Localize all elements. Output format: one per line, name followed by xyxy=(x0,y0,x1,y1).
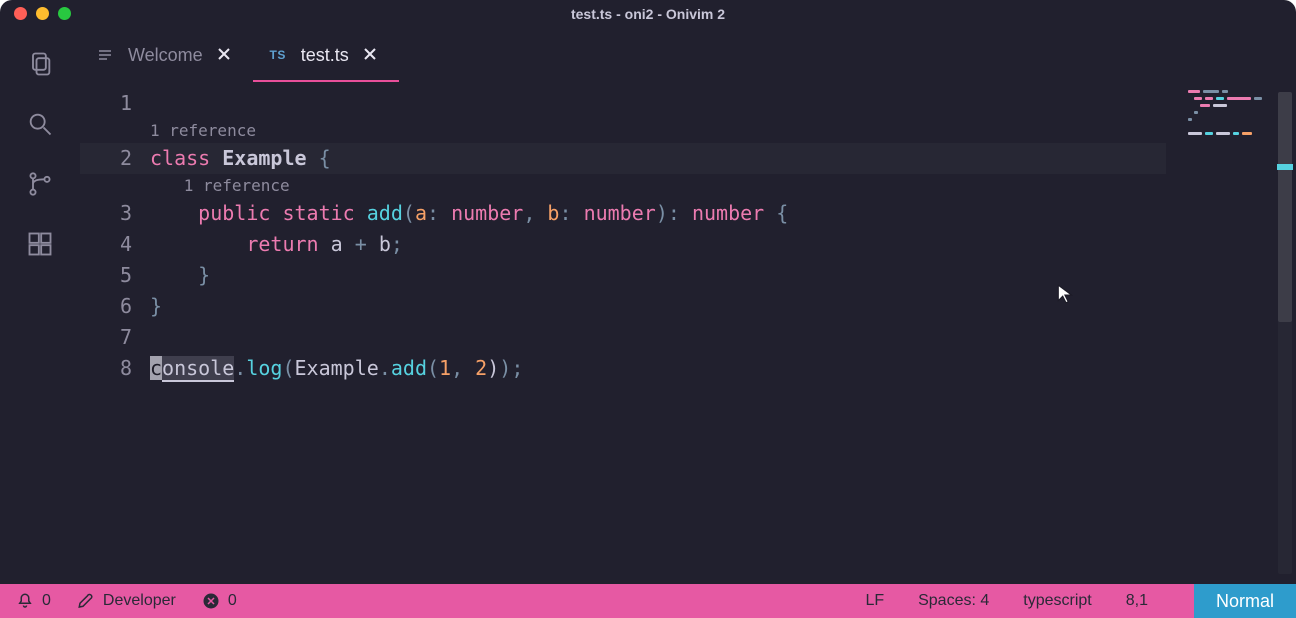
files-icon[interactable] xyxy=(26,50,54,78)
language-indicator[interactable]: typescript xyxy=(1023,592,1091,610)
eol-indicator[interactable]: LF xyxy=(865,592,884,610)
close-icon[interactable] xyxy=(217,45,231,66)
code-line: } xyxy=(150,260,210,291)
vertical-scrollbar[interactable] xyxy=(1278,92,1292,574)
vim-mode-indicator: Normal xyxy=(1194,584,1296,618)
code-editor[interactable]: 1 1 reference 2class Example { 1 referen… xyxy=(80,82,1166,584)
minimize-window-icon[interactable] xyxy=(36,7,49,20)
tab-welcome[interactable]: Welcome xyxy=(80,28,253,82)
block-caret: c xyxy=(150,356,162,380)
codelens[interactable]: 1 reference xyxy=(150,119,256,143)
editor-right-rail xyxy=(1166,82,1296,584)
code-line: console.log(Example.add(1, 2)); xyxy=(150,353,523,384)
close-window-icon[interactable] xyxy=(14,7,27,20)
code-line: class Example { xyxy=(150,143,331,174)
title-bar: test.ts - oni2 - Onivim 2 xyxy=(0,0,1296,28)
tab-label: test.ts xyxy=(301,45,349,66)
line-number: 1 xyxy=(80,88,150,119)
line-number: 7 xyxy=(80,322,150,353)
line-number: 6 xyxy=(80,291,150,322)
notifications-count: 0 xyxy=(42,592,51,610)
tab-bar: Welcome TS test.ts xyxy=(80,28,1296,82)
typescript-icon: TS xyxy=(269,48,287,62)
status-bar: 0 Developer 0 LF Spaces: 4 typescript 8,… xyxy=(0,584,1296,618)
extensions-icon[interactable] xyxy=(26,230,54,258)
problems-button[interactable]: 0 xyxy=(202,592,237,610)
code-line: public static add(a: number, b: number):… xyxy=(150,198,788,229)
code-line: return a + b; xyxy=(150,229,403,260)
line-number: 5 xyxy=(80,260,150,291)
code-line: } xyxy=(150,291,162,322)
tab-label: Welcome xyxy=(128,45,203,66)
editor-area: Welcome TS test.ts 1 xyxy=(80,28,1296,584)
scrollbar-thumb[interactable] xyxy=(1278,92,1292,322)
window-controls xyxy=(14,7,71,20)
developer-button[interactable]: Developer xyxy=(77,592,176,610)
notifications-button[interactable]: 0 xyxy=(16,592,51,610)
developer-label: Developer xyxy=(103,592,176,610)
codelens[interactable]: 1 reference xyxy=(150,174,290,198)
indent-indicator[interactable]: Spaces: 4 xyxy=(918,592,989,610)
line-number: 4 xyxy=(80,229,150,260)
problems-count: 0 xyxy=(228,592,237,610)
zoom-window-icon[interactable] xyxy=(58,7,71,20)
scrollbar-caret-mark xyxy=(1277,164,1293,170)
tab-test-ts[interactable]: TS test.ts xyxy=(253,28,399,82)
menu-icon xyxy=(96,47,114,63)
search-icon[interactable] xyxy=(26,110,54,138)
line-number: 8 xyxy=(80,353,150,384)
line-number: 3 xyxy=(80,198,150,229)
close-icon[interactable] xyxy=(363,45,377,66)
cursor-position[interactable]: 8,1 xyxy=(1126,592,1148,610)
app-window: test.ts - oni2 - Onivim 2 xyxy=(0,0,1296,618)
activity-bar xyxy=(0,28,80,584)
minimap[interactable] xyxy=(1184,90,1270,139)
line-number: 2 xyxy=(80,143,150,174)
window-title: test.ts - oni2 - Onivim 2 xyxy=(571,6,725,22)
git-icon[interactable] xyxy=(26,170,54,198)
